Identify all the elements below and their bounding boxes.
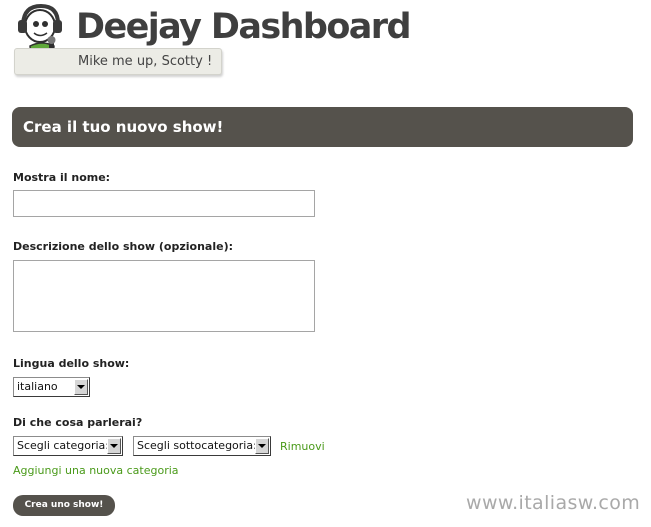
subcategory-select[interactable]: Scegli sottocategoria:	[133, 436, 271, 456]
chevron-down-icon[interactable]	[107, 438, 121, 454]
page-title-bar: Crea il tuo nuovo show!	[12, 107, 633, 147]
chevron-down-icon[interactable]	[255, 438, 269, 454]
language-select[interactable]: italiano	[13, 377, 90, 397]
chevron-down-icon[interactable]	[74, 379, 88, 395]
description-textarea[interactable]	[13, 260, 315, 332]
topics-label: Di che cosa parlerai?	[13, 416, 143, 429]
language-label: Lingua dello show:	[13, 357, 130, 370]
remove-category-link[interactable]: Rimuovi	[280, 440, 325, 453]
add-category-link[interactable]: Aggiungi una nuova categoria	[13, 464, 179, 477]
show-name-label: Mostra il nome:	[13, 171, 111, 184]
app-title: Deejay Dashboard	[76, 7, 412, 47]
subcategory-select-value: Scegli sottocategoria:	[137, 439, 257, 452]
category-select-value: Scegli categoria:	[17, 439, 109, 452]
watermark: www.italiasw.com	[466, 492, 641, 514]
tagline-badge: Mike me up, Scotty !	[14, 48, 222, 75]
create-show-button[interactable]: Crea uno show!	[13, 495, 115, 516]
language-select-value: italiano	[17, 380, 58, 393]
description-label: Descrizione dello show (opzionale):	[13, 240, 233, 253]
show-name-input[interactable]	[13, 190, 315, 217]
category-select[interactable]: Scegli categoria:	[13, 436, 123, 456]
